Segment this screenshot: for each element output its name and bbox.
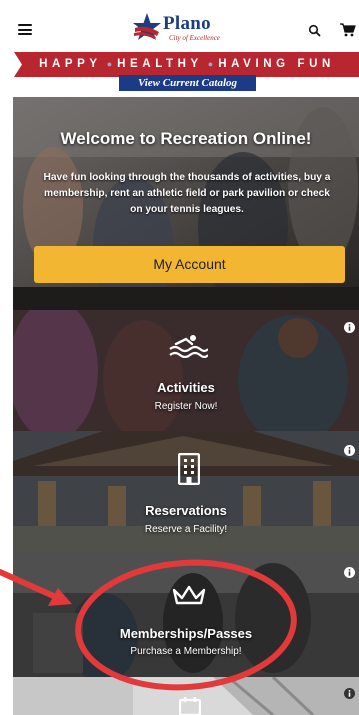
banner-word-happy: HAPPY (39, 58, 102, 70)
tile-reservations-sub: Reserve a Facility! (144, 524, 228, 535)
plano-logo[interactable]: Plano City of Excellence (131, 12, 221, 44)
tile-activities-label: Activities (157, 380, 215, 395)
banner-word-healthy: HEALTHY (117, 58, 203, 70)
app-header: Plano City of Excellence (0, 0, 359, 48)
banner-dot: ● (207, 59, 214, 69)
info-icon[interactable] (344, 322, 355, 333)
banner-slogan: HAPPY ● HEALTHY ● HAVING FUN (14, 52, 359, 77)
view-catalog-button[interactable]: View Current Catalog (119, 75, 256, 91)
swim-icon (169, 335, 208, 358)
welcome-hero: Welcome to Recreation Online! Have fun l… (13, 97, 359, 310)
info-icon[interactable] (344, 445, 355, 456)
cart-icon[interactable] (340, 23, 356, 37)
banner-word-having-fun: HAVING FUN (218, 58, 335, 70)
banner-dot: ● (106, 59, 113, 69)
hero-description: Have fun looking through the thousands o… (43, 172, 331, 215)
my-account-button[interactable]: My Account (34, 246, 345, 283)
tile-activities[interactable]: Activities Register Now! (13, 310, 359, 431)
annotation-arrow (0, 569, 72, 606)
happy-healthy-banner: HAPPY ● HEALTHY ● HAVING FUN (14, 52, 359, 77)
activities-background-image (13, 310, 359, 431)
building-icon (178, 453, 200, 485)
tile-activities-sub: Register Now! (154, 401, 218, 412)
tile-reservations-label: Reservations (145, 503, 227, 518)
hero-title: Welcome to Recreation Online! (60, 129, 312, 148)
menu-icon[interactable] (18, 24, 32, 36)
info-icon[interactable] (344, 688, 355, 699)
star-logo-icon (133, 13, 161, 40)
annotation-circle (75, 559, 297, 691)
tile-reservations[interactable]: Reservations Reserve a Facility! (13, 431, 359, 553)
search-icon[interactable] (308, 24, 322, 38)
logo-tagline: City of Excellence (169, 34, 220, 42)
calendar-icon (179, 697, 201, 715)
info-icon[interactable] (344, 567, 355, 578)
logo-name: Plano (163, 13, 211, 34)
